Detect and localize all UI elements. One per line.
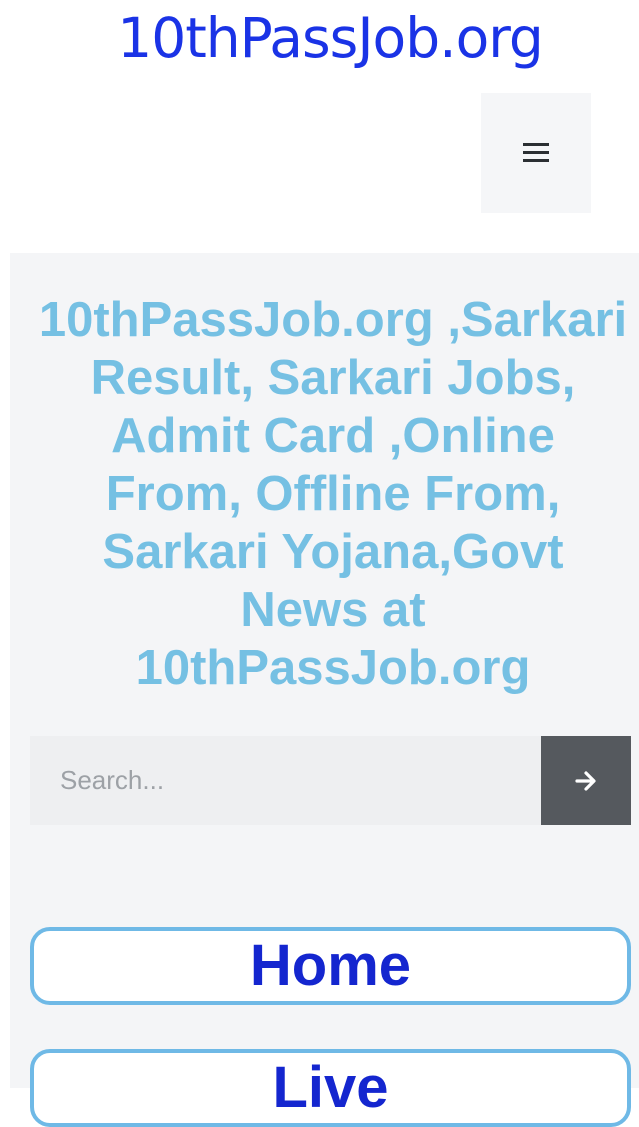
arrow-right-icon: [575, 770, 596, 791]
search-form: [30, 736, 631, 825]
search-input[interactable]: [30, 736, 541, 825]
nav-button-live[interactable]: Live: [30, 1049, 631, 1127]
menu-toggle-button[interactable]: [481, 93, 591, 213]
nav-button-home[interactable]: Home: [30, 927, 631, 1005]
site-header: 10thPassJob.org: [0, 0, 639, 240]
hamburger-menu-icon: [523, 143, 549, 163]
site-title: 10thPassJob.org ,Sarkari Result, Sarkari…: [38, 293, 628, 695]
sidebar: 10thPassJob.org ,Sarkari Result, Sarkari…: [10, 253, 639, 1127]
search-submit-button[interactable]: [541, 736, 631, 825]
site-logo[interactable]: 10thPassJob.org: [0, 6, 639, 70]
